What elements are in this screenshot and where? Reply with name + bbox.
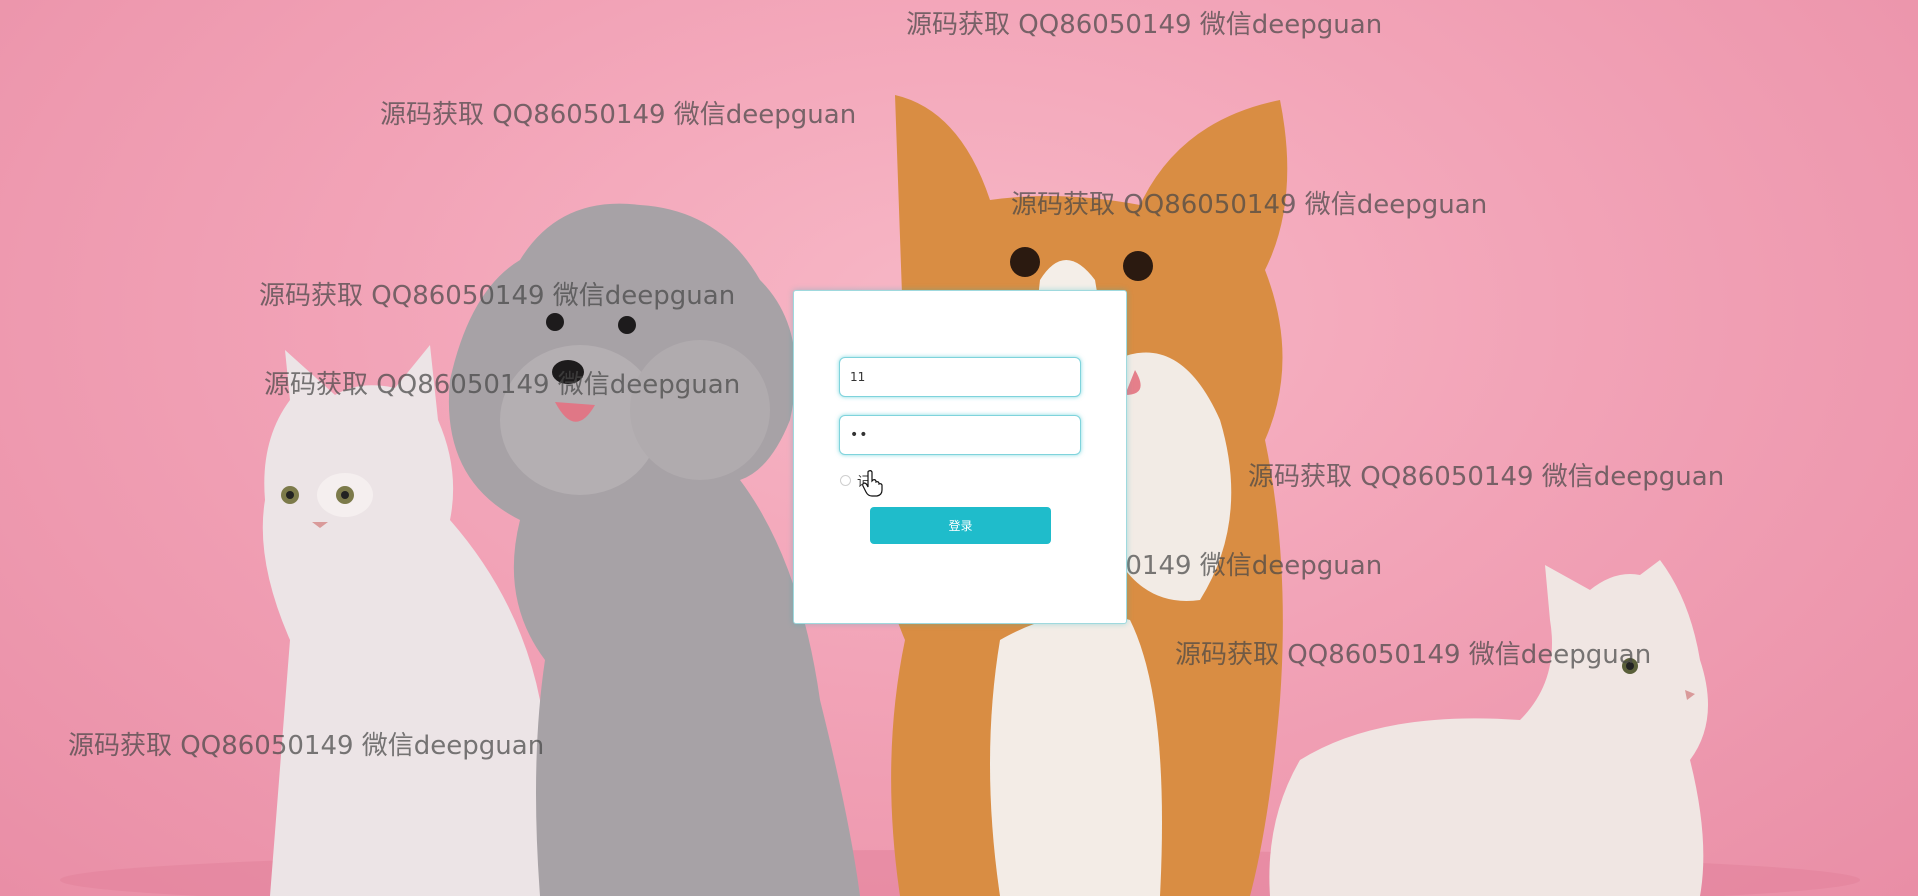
remember-radio[interactable] xyxy=(840,474,851,486)
hand-pointer-icon xyxy=(862,470,883,497)
login-button[interactable]: 登录 xyxy=(870,507,1051,544)
login-form: 记 登录 xyxy=(793,290,1127,624)
username-input[interactable] xyxy=(839,357,1081,397)
password-input[interactable] xyxy=(839,415,1081,455)
white-cat-right xyxy=(1269,560,1708,896)
